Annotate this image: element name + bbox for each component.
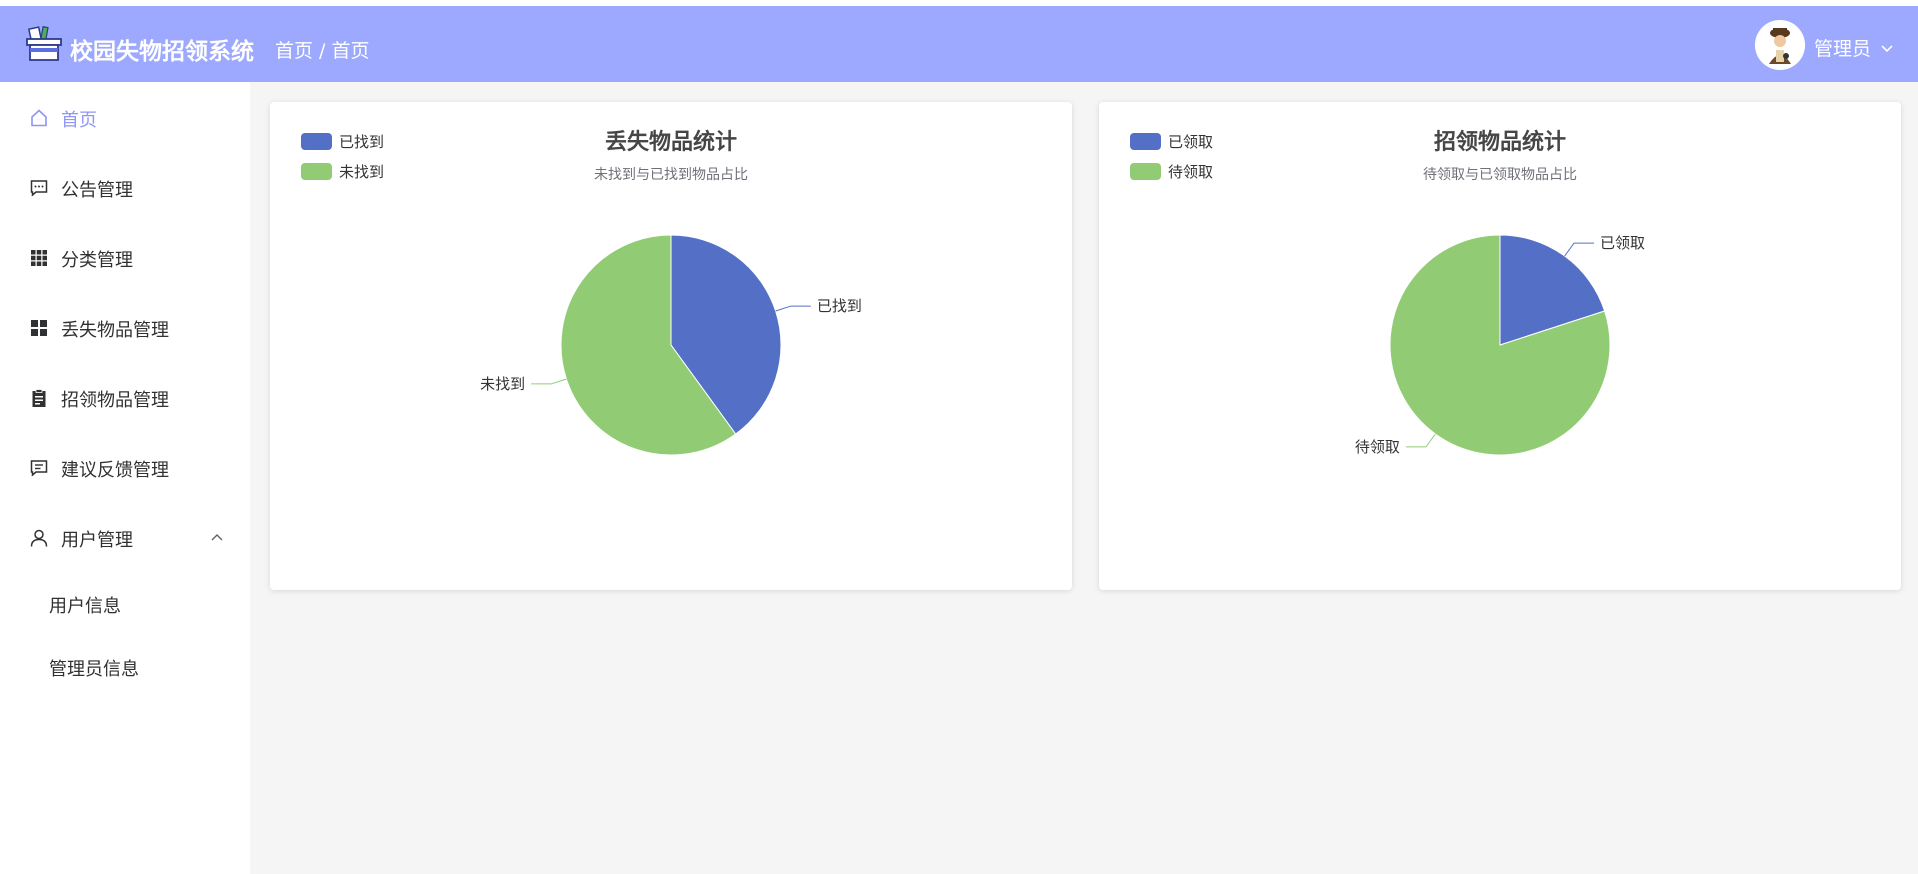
sidebar-item-announcements[interactable]: 公告管理 xyxy=(0,168,250,208)
sidebar-item-label: 招领物品管理 xyxy=(61,390,169,411)
user-icon xyxy=(30,529,48,547)
sidebar: 首页 公告管理 分类管理 丢失物品管理 招领物品管理 建议反馈管理 用户管理 用… xyxy=(0,82,250,874)
sidebar-subitem-user-info[interactable]: 用户信息 xyxy=(0,584,250,624)
main-content: 丢失物品统计 未找到与已找到物品占比 已找到 未找到 已找到 未找到 招领物品统计 待领取与… xyxy=(250,82,1918,874)
sidebar-item-users[interactable]: 用户管理 xyxy=(0,518,250,558)
sidebar-item-found-items[interactable]: 招领物品管理 xyxy=(0,378,250,418)
user-name[interactable]: 管理员 xyxy=(1814,34,1871,61)
chart-title: 招领物品统计 xyxy=(1434,129,1566,155)
system-title: 校园失物招领系统 xyxy=(70,39,254,65)
slice-label: 待领取 xyxy=(1355,438,1400,456)
sidebar-item-label: 分类管理 xyxy=(61,250,133,271)
avatar[interactable] xyxy=(1755,20,1805,70)
sidebar-item-label: 用户管理 xyxy=(61,530,133,551)
lost-found-box-icon xyxy=(26,26,62,61)
clipboard-icon xyxy=(32,389,46,407)
chart-subtitle: 待领取与已领取物品占比 xyxy=(1423,167,1577,183)
slice-label-line xyxy=(1405,433,1436,448)
legend-swatch[interactable] xyxy=(301,133,332,150)
found-items-pie-chart: 招领物品统计待领取与已领取物品占比已领取待领取已领取待领取 xyxy=(1130,129,1645,456)
slice-label-line xyxy=(1564,242,1595,257)
legend-label[interactable]: 已领取 xyxy=(1168,133,1213,151)
sidebar-item-label: 丢失物品管理 xyxy=(61,320,169,341)
slice-label-line xyxy=(531,378,567,385)
chart-title: 丢失物品统计 xyxy=(605,129,737,155)
message-icon xyxy=(30,180,48,197)
feedback-icon xyxy=(30,460,48,477)
legend-label[interactable]: 待领取 xyxy=(1168,163,1213,181)
top-header: 校园失物招领系统 首页 / 首页 管理员 xyxy=(0,6,1918,82)
sidebar-item-label: 公告管理 xyxy=(61,180,133,201)
legend-label[interactable]: 未找到 xyxy=(339,163,384,181)
sidebar-subitem-admin-info[interactable]: 管理员信息 xyxy=(0,647,250,687)
sidebar-item-feedback[interactable]: 建议反馈管理 xyxy=(0,448,250,488)
sidebar-item-lost-items[interactable]: 丢失物品管理 xyxy=(0,308,250,348)
sidebar-item-label: 首页 xyxy=(61,110,97,131)
lost-items-chart-card: 丢失物品统计 未找到与已找到物品占比 已找到 未找到 已找到 未找到 xyxy=(270,102,1072,590)
apps-icon xyxy=(31,320,47,336)
chevron-up-icon xyxy=(211,534,223,541)
sidebar-subitem-label: 用户信息 xyxy=(49,596,121,617)
chart-subtitle: 未找到与已找到物品占比 xyxy=(594,167,748,183)
lost-items-pie-chart: 丢失物品统计未找到与已找到物品占比已找到未找到已找到未找到 xyxy=(301,129,862,456)
sidebar-item-home[interactable]: 首页 xyxy=(0,98,250,138)
legend-swatch[interactable] xyxy=(1130,163,1161,180)
found-items-chart-card: 招领物品统计 待领取与已领取物品占比 已领取 待领取 已领取 待领取 xyxy=(1099,102,1901,590)
sidebar-item-categories[interactable]: 分类管理 xyxy=(0,238,250,278)
slice-label: 已领取 xyxy=(1600,234,1645,252)
home-icon xyxy=(31,109,47,127)
slice-label-line xyxy=(775,305,811,312)
chevron-down-icon[interactable] xyxy=(1880,44,1894,54)
legend-label[interactable]: 已找到 xyxy=(339,133,384,151)
breadcrumb[interactable]: 首页 / 首页 xyxy=(275,36,369,63)
sidebar-item-label: 建议反馈管理 xyxy=(61,460,169,481)
avatar-image-icon xyxy=(1755,20,1805,70)
grid-icon xyxy=(31,250,47,266)
legend-swatch[interactable] xyxy=(1130,133,1161,150)
sidebar-subitem-label: 管理员信息 xyxy=(49,659,139,680)
slice-label: 已找到 xyxy=(817,297,862,315)
slice-label: 未找到 xyxy=(480,375,525,393)
legend-swatch[interactable] xyxy=(301,163,332,180)
